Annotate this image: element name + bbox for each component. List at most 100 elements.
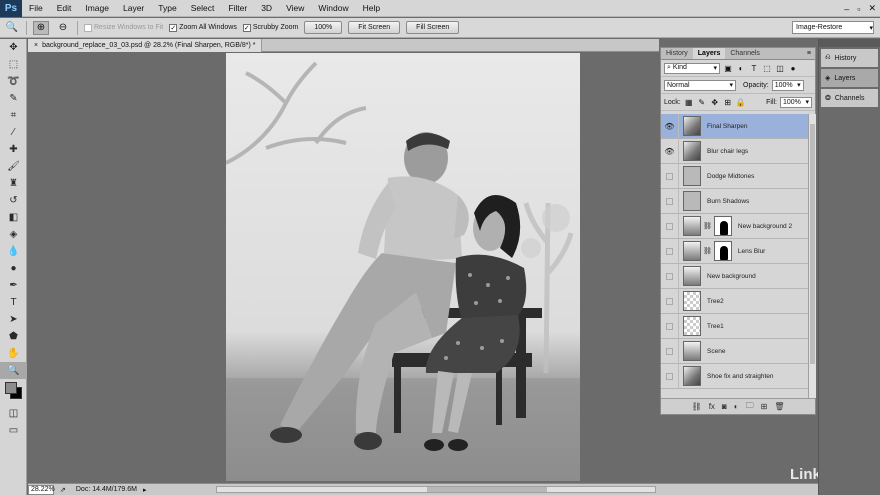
scrollbar-thumb[interactable] — [810, 124, 815, 364]
fit-screen-button[interactable]: Fit Screen — [348, 21, 401, 34]
marquee-tool-icon[interactable]: ⬚ — [0, 56, 27, 73]
history-brush-tool-icon[interactable]: ↺ — [0, 192, 27, 209]
opacity-field[interactable]: 100% ▾ — [771, 79, 804, 91]
zoom-all-windows-checkbox[interactable]: ✓ Zoom All Windows — [169, 23, 237, 32]
crop-tool-icon[interactable]: ⌗ — [0, 107, 27, 124]
adjustment-filter-icon[interactable]: ◐ — [736, 63, 746, 73]
layers-scrollbar[interactable] — [808, 114, 816, 398]
shape-filter-icon[interactable]: ⬚ — [762, 63, 772, 73]
zoom-100-button[interactable]: 100% — [304, 21, 343, 34]
quick-select-tool-icon[interactable]: ✎ — [0, 90, 27, 107]
layer-row[interactable]: Tree1 — [661, 313, 808, 339]
screen-mode-icon[interactable]: ▭ — [0, 422, 27, 439]
lock-all-icon[interactable]: 🔒 — [736, 97, 746, 107]
move-tool-icon[interactable]: ✥ — [0, 39, 27, 56]
visibility-toggle[interactable] — [661, 188, 679, 214]
tab-layers[interactable]: Layers — [692, 48, 726, 59]
add-mask-icon[interactable]: ◙ — [722, 402, 727, 411]
smart-object-filter-icon[interactable]: ◫ — [775, 63, 785, 73]
eyedropper-tool-icon[interactable]: ⁄ — [0, 124, 27, 141]
layer-row[interactable]: 👁 Blur chair legs — [661, 138, 808, 164]
document-tab[interactable]: × background_replace_03_03.psd @ 28.2% (… — [28, 39, 263, 52]
zoom-out-icon[interactable]: ⊖ — [55, 21, 71, 35]
eye-icon[interactable]: 👁 — [661, 138, 679, 164]
lock-pixels-icon[interactable]: ✎ — [697, 97, 707, 107]
resize-windows-checkbox[interactable]: Resize Windows to Fit — [84, 23, 163, 32]
eye-icon[interactable]: 👁 — [661, 114, 679, 139]
menu-window[interactable]: Window — [311, 3, 355, 13]
visibility-toggle[interactable] — [661, 363, 679, 389]
menu-help[interactable]: Help — [356, 3, 387, 13]
clone-stamp-tool-icon[interactable]: ♜ — [0, 175, 27, 192]
brush-tool-icon[interactable]: 🖌 — [0, 158, 27, 175]
menu-file[interactable]: File — [22, 3, 50, 13]
eraser-tool-icon[interactable]: ◧ — [0, 209, 27, 226]
visibility-toggle[interactable] — [661, 288, 679, 314]
menu-type[interactable]: Type — [151, 3, 183, 13]
zoom-in-icon[interactable]: ⊕ — [33, 20, 49, 35]
visibility-toggle[interactable] — [661, 338, 679, 364]
layer-row[interactable]: ⛓ Lens Blur — [661, 238, 808, 264]
quick-mask-icon[interactable]: ◫ — [0, 405, 27, 422]
lock-position-icon[interactable]: ✥ — [710, 97, 720, 107]
new-group-icon[interactable]: 🗀 — [746, 400, 754, 414]
zoom-level-field[interactable]: 28.22% — [28, 484, 55, 495]
fill-screen-button[interactable]: Fill Screen — [406, 21, 460, 34]
type-filter-icon[interactable]: T — [749, 63, 759, 73]
mask-link-icon[interactable]: ⛓ — [703, 247, 712, 255]
blend-mode-select[interactable]: Normal ▾ — [664, 79, 736, 91]
pen-tool-icon[interactable]: ✒ — [0, 277, 27, 294]
layer-mask-thumbnail[interactable] — [713, 241, 732, 261]
layer-row[interactable]: Scene — [661, 338, 808, 364]
path-select-tool-icon[interactable]: ➤ — [0, 311, 27, 328]
menu-3d[interactable]: 3D — [254, 3, 279, 13]
layer-row[interactable]: New background — [661, 263, 808, 289]
kind-filter-select[interactable]: ⌕ Kind ▾ — [664, 62, 720, 74]
filter-toggle-icon[interactable]: ● — [788, 63, 798, 73]
hand-tool-icon[interactable]: ✋ — [0, 345, 27, 362]
horizontal-scrollbar[interactable] — [216, 486, 656, 493]
layer-row[interactable]: 👁 Final Sharpen — [661, 114, 808, 139]
pixel-filter-icon[interactable]: ▣ — [723, 63, 733, 73]
visibility-toggle[interactable] — [661, 213, 679, 239]
scrollbar-thumb[interactable] — [427, 487, 547, 492]
visibility-toggle[interactable] — [661, 163, 679, 189]
type-tool-icon[interactable]: T — [0, 294, 27, 311]
menu-layer[interactable]: Layer — [116, 3, 151, 13]
delete-layer-icon[interactable]: 🗑 — [774, 402, 784, 411]
shape-tool-icon[interactable]: ⬟ — [0, 328, 27, 345]
color-swatches[interactable] — [0, 379, 26, 405]
layer-style-icon[interactable]: fx — [709, 402, 715, 411]
photo-canvas[interactable] — [226, 53, 580, 481]
visibility-toggle[interactable] — [661, 238, 679, 264]
adjustment-layer-icon[interactable]: ◐ — [734, 402, 739, 411]
tab-history[interactable]: History — [661, 48, 693, 59]
link-layers-icon[interactable]: ⛓ — [692, 402, 702, 411]
scrubby-zoom-checkbox[interactable]: ✓ Scrubby Zoom — [242, 23, 298, 32]
lock-transparency-icon[interactable]: ▦ — [684, 97, 694, 107]
layer-row[interactable]: Burn Shadows — [661, 188, 808, 214]
foreground-color-swatch[interactable] — [5, 382, 17, 394]
lock-artboard-icon[interactable]: ⊞ — [723, 97, 733, 107]
layer-row[interactable]: ⛓ New background 2 — [661, 213, 808, 239]
status-menu-arrow-icon[interactable]: ▸ — [143, 486, 147, 494]
menu-select[interactable]: Select — [184, 3, 222, 13]
paint-bucket-tool-icon[interactable]: ◈ — [0, 226, 27, 243]
layer-row[interactable]: Tree2 — [661, 288, 808, 314]
layer-row[interactable]: Dodge Midtones — [661, 163, 808, 189]
menu-filter[interactable]: Filter — [221, 3, 254, 13]
fill-field[interactable]: 100% ▾ — [780, 96, 812, 108]
blur-tool-icon[interactable]: 💧 — [0, 243, 27, 260]
workspace-select[interactable]: Image-Restore ▾ — [792, 21, 874, 34]
mask-link-icon[interactable]: ⛓ — [703, 222, 712, 230]
menu-image[interactable]: Image — [78, 3, 116, 13]
dock-history-button[interactable]: ⎌ History — [821, 49, 878, 67]
new-layer-icon[interactable]: ⊞ — [761, 402, 768, 411]
minimize-icon[interactable]: – — [844, 4, 849, 14]
lasso-tool-icon[interactable]: ➰ — [0, 73, 27, 90]
menu-view[interactable]: View — [279, 3, 311, 13]
layer-mask-thumbnail[interactable] — [713, 216, 732, 236]
zoom-tool-icon[interactable]: 🔍 — [0, 362, 27, 379]
dock-channels-button[interactable]: ❂ Channels — [821, 89, 878, 107]
dock-layers-button[interactable]: ◈ Layers — [821, 69, 878, 87]
